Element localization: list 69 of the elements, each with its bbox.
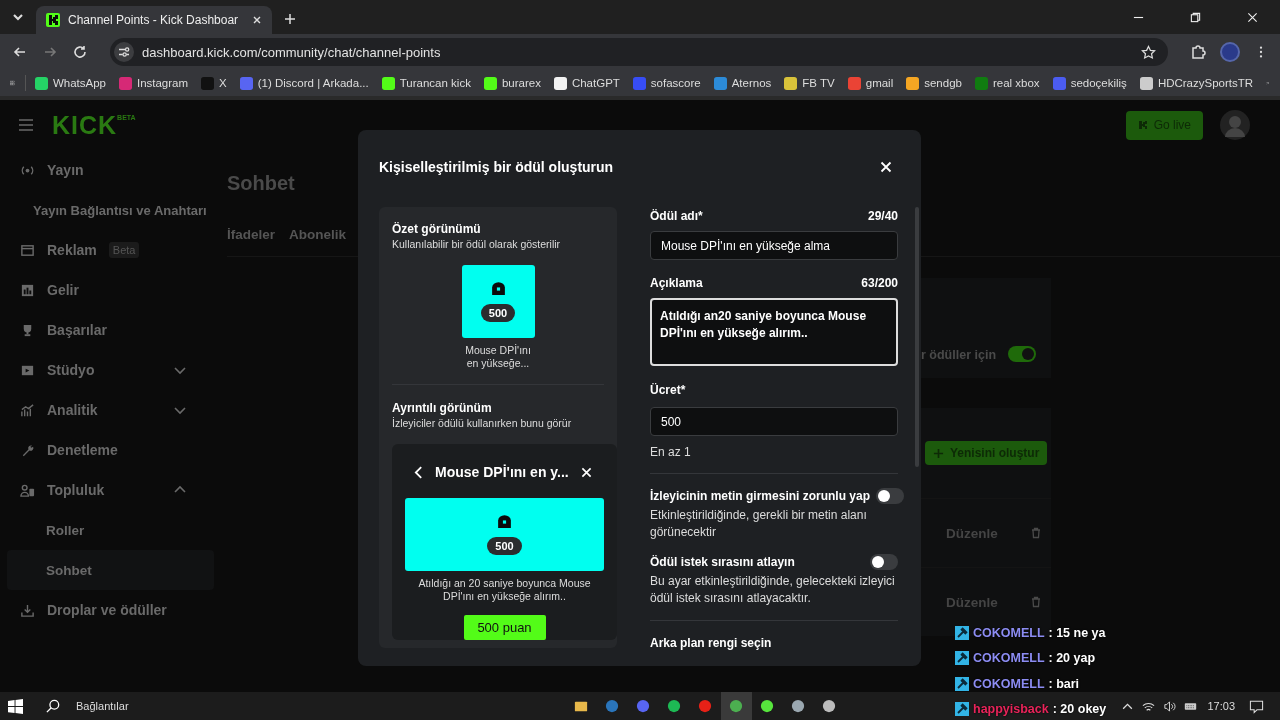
sidebar-item[interactable]: Reklam Beta xyxy=(0,230,207,270)
reward-title: Mouse DPİ'ını en y... xyxy=(435,464,569,480)
bookmark[interactable]: burarex xyxy=(483,76,541,90)
chat-message: : 15 ne ya xyxy=(1048,625,1106,640)
field-hint: En az 1 xyxy=(650,444,692,460)
bookmark[interactable]: (1) Discord | Arkada... xyxy=(239,76,369,90)
bookmark[interactable]: Instagram xyxy=(118,76,189,90)
toggle-description: Etkinleştirildiğinde, gerekli bir metin alanı görünecektir xyxy=(650,507,868,541)
bookmark[interactable]: sendgb xyxy=(906,76,962,90)
clock[interactable]: 17:03 xyxy=(1207,700,1235,712)
sidebar-item[interactable]: Yayın xyxy=(0,150,207,190)
cost-pill: 500 xyxy=(487,537,522,555)
bookmark[interactable]: Aternos xyxy=(713,76,772,90)
reward-description: Atıldığı an 20 saniye boyunca Mouse DPİ'ını en yükseğe alırım.. xyxy=(417,577,592,603)
sidebar-subitem[interactable]: Yayın Bağlantısı ve Anahtarı xyxy=(0,190,227,230)
chat-username: COKOMELL xyxy=(973,625,1045,640)
chat-username: COKOMELL xyxy=(973,676,1045,691)
section-subtitle: İzleyiciler ödülü kullanırken bunu görür xyxy=(391,416,573,430)
text-input[interactable]: 500 xyxy=(650,407,898,436)
bookmark[interactable]: sofascore xyxy=(632,76,701,90)
chat-message: : 20 yap xyxy=(1048,651,1096,666)
bookmark[interactable]: X xyxy=(201,76,227,90)
bookmark[interactable]: ChatGPT xyxy=(553,76,620,90)
section-heading: Özet görünümü xyxy=(391,221,482,237)
section-heading: Arka plan rengi seçin xyxy=(650,635,773,651)
sidebar-item[interactable]: Başarılar xyxy=(0,310,207,350)
redeem-button[interactable]: 500 puan xyxy=(463,615,546,640)
beta-badge: Beta xyxy=(108,242,140,258)
bookmark[interactable]: WhatsApp xyxy=(34,76,106,90)
search-label[interactable]: Bağlantılar xyxy=(76,700,129,712)
chat-message: : bari xyxy=(1048,676,1080,691)
toggle-description: Bu ayar etkinleştirildiğinde, gelecekteki izleyici ödül istek sırasını atlayacaktır. xyxy=(650,573,896,607)
browser-tab[interactable]: Channel Points - Kick Dashboar xyxy=(36,6,272,34)
chat-username: happyisback xyxy=(973,702,1049,717)
reward-name: Mouse DPİ'ını en yükseğe... xyxy=(464,344,532,370)
character-counter: 29/40 xyxy=(867,208,898,224)
field-label: Açıklama xyxy=(650,275,703,291)
sidebar-item[interactable]: Analitik xyxy=(0,390,207,430)
bookmark[interactable]: Turancan kick xyxy=(381,76,471,90)
chat-username: COKOMELL xyxy=(973,651,1045,666)
chat-message: : 20 okey xyxy=(1052,702,1107,717)
page-title: Sohbet xyxy=(227,171,296,196)
sidebar-item[interactable]: Droplar ve ödüller xyxy=(0,590,207,630)
sidebar-subitem[interactable]: Roller xyxy=(0,510,207,550)
toggle-label: Ödül istek sırasını atlayın xyxy=(650,554,795,570)
url-text: dashboard.kick.com/community/chat/channel-points xyxy=(142,44,441,60)
bookmark[interactable]: real xbox xyxy=(974,76,1040,90)
tab-title: Channel Points - Kick Dashboar xyxy=(68,13,240,27)
bookmark[interactable]: FB TV xyxy=(784,76,835,90)
address-bar[interactable]: dashboard.kick.com/community/chat/channel-points xyxy=(110,38,1168,66)
sidebar-item[interactable]: Topluluk xyxy=(0,470,207,510)
sidebar-item[interactable]: Denetleme xyxy=(0,430,207,470)
text-input[interactable]: Mouse DPİ'ını en yükseğe alma xyxy=(650,231,898,260)
sidebar-item[interactable]: Stüdyo xyxy=(0,350,207,390)
field-label: Ücret* xyxy=(650,382,686,398)
logo[interactable]: KICK xyxy=(52,110,118,140)
toggle-label: İzleyicinin metin girmesini zorunlu yap xyxy=(650,488,871,504)
description-field[interactable]: Atıldığı an20 saniye boyunca Mouse DPİ'ını en yükseğe alırım.. xyxy=(650,298,898,366)
field-label: Ödül adı* xyxy=(650,208,703,224)
sidebar-item[interactable]: Gelir xyxy=(0,270,207,310)
setting-label: r ödüller için xyxy=(920,348,996,362)
bookmark[interactable]: HDCrazySportsTR xyxy=(1139,76,1254,90)
section-heading: Ayrıntılı görünüm xyxy=(391,400,493,416)
bookmark[interactable]: sedoçekiliş xyxy=(1052,76,1127,90)
cost-pill: 500 xyxy=(480,304,516,322)
dialog-title: Kişiselleştirilmiş bir ödül oluşturun xyxy=(379,159,614,175)
bookmark[interactable]: gmail xyxy=(847,76,894,90)
section-subtitle: Kullanılabilir bir ödül olarak gösterilir xyxy=(391,237,562,251)
character-counter: 63/200 xyxy=(861,275,898,291)
